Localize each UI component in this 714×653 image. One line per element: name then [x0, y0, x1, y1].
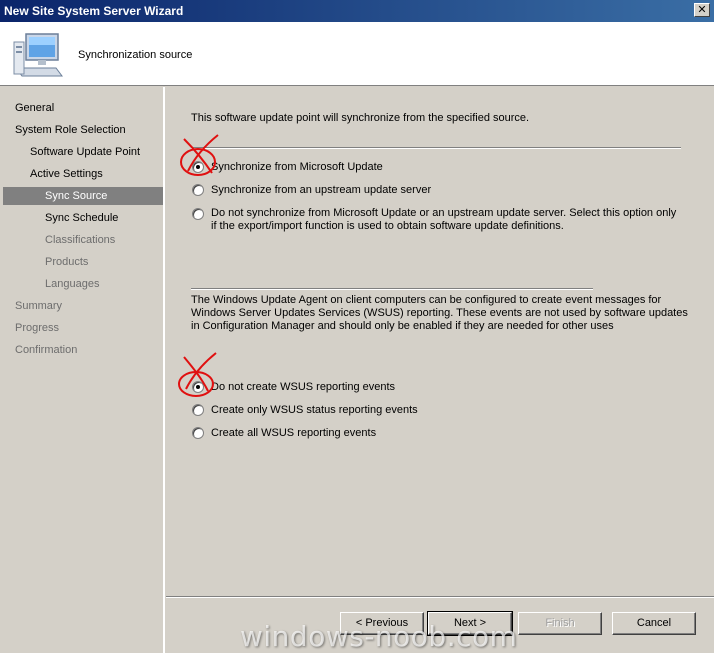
nav-item-products: Products	[45, 256, 89, 268]
radio-label[interactable]: Synchronize from an upstream update serv…	[211, 183, 431, 197]
nav-item-confirmation: Confirmation	[15, 344, 78, 356]
nav-item-general[interactable]: General	[3, 99, 163, 117]
wsus-description: The Windows Update Agent on client compu…	[191, 294, 688, 332]
radio-label[interactable]: Create all WSUS reporting events	[211, 426, 376, 440]
radio-button[interactable]	[192, 404, 204, 416]
wizard-header: Synchronization source	[0, 22, 714, 86]
nav-item-classifications: Classifications	[45, 234, 116, 246]
wizard-content: This software update point will synchron…	[166, 87, 714, 653]
radio-label[interactable]: Do not synchronize from Microsoft Update…	[211, 207, 681, 233]
separator	[191, 147, 681, 149]
nav-item-system-role-selection[interactable]: System Role Selection	[3, 121, 163, 139]
page-title: Synchronization source	[78, 49, 193, 61]
cancel-button[interactable]: Cancel	[612, 612, 696, 635]
nav-item-summary: Summary	[15, 300, 63, 312]
watermark-text: windows-noob.com	[240, 620, 518, 653]
wizard-step-nav: General System Role Selection Software U…	[0, 87, 164, 653]
window-title: New Site System Server Wizard	[4, 4, 184, 18]
radio-button[interactable]	[192, 184, 204, 196]
nav-item-software-update-point[interactable]: Software Update Point	[3, 143, 163, 161]
footer-separator	[166, 596, 714, 598]
separator	[191, 288, 593, 290]
nav-item-sync-source[interactable]: Sync Source	[3, 187, 163, 205]
radio-label[interactable]: Do not create WSUS reporting events	[211, 380, 395, 394]
close-button[interactable]: ✕	[694, 3, 710, 17]
finish-button: Finish	[518, 612, 602, 635]
nav-item-active-settings[interactable]: Active Settings	[3, 165, 163, 183]
window-titlebar: New Site System Server Wizard ✕	[0, 0, 714, 22]
nav-item-progress: Progress	[15, 322, 60, 334]
computer-icon	[12, 28, 64, 83]
radio-button[interactable]	[192, 161, 204, 173]
radio-label[interactable]: Create only WSUS status reporting events	[211, 403, 418, 417]
radio-button[interactable]	[192, 427, 204, 439]
nav-divider	[163, 87, 165, 653]
radio-label[interactable]: Synchronize from Microsoft Update	[211, 160, 383, 174]
nav-item-sync-schedule[interactable]: Sync Schedule	[3, 209, 163, 227]
radio-button[interactable]	[192, 208, 204, 220]
radio-button[interactable]	[192, 381, 204, 393]
intro-text: This software update point will synchron…	[191, 112, 530, 124]
nav-item-languages: Languages	[45, 278, 100, 290]
